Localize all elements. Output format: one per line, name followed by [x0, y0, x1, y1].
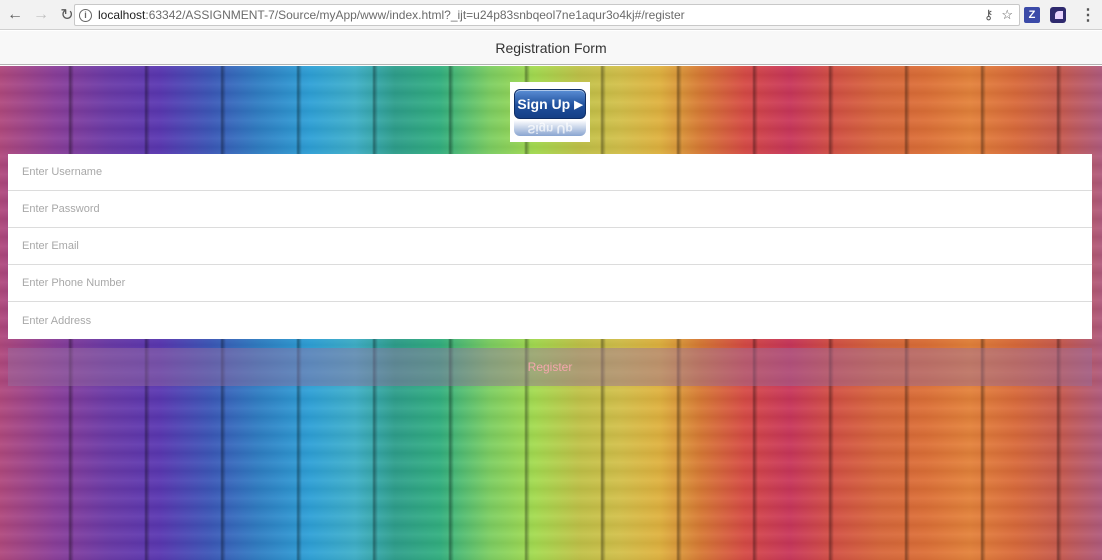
username-row: [8, 154, 1092, 191]
phone-row: [8, 265, 1092, 302]
signup-image: Sign Up ▶ Sign Up: [510, 82, 590, 142]
address-bar[interactable]: i localhost:63342/ASSIGNMENT-7/Source/my…: [74, 4, 1020, 26]
email-input[interactable]: [22, 228, 1092, 264]
register-button[interactable]: Register: [8, 348, 1092, 386]
zotero-extension-icon[interactable]: Z: [1024, 7, 1040, 23]
signup-button-graphic: Sign Up ▶: [514, 89, 586, 119]
email-row: [8, 228, 1092, 265]
page-title: Registration Form: [0, 31, 1102, 65]
play-arrow-icon: ▶: [574, 98, 583, 111]
browser-menu-icon[interactable]: ⋮: [1080, 5, 1096, 25]
phone-input[interactable]: [22, 265, 1092, 301]
key-icon[interactable]: ⚷: [984, 7, 994, 23]
browser-toolbar: ← → ↻ i localhost:63342/ASSIGNMENT-7/Sou…: [0, 0, 1102, 30]
bookmark-star-icon[interactable]: ☆: [1001, 7, 1013, 23]
password-row: [8, 191, 1092, 228]
extension-icon[interactable]: [1050, 7, 1066, 23]
back-button[interactable]: ←: [4, 4, 26, 26]
address-input[interactable]: [22, 302, 1092, 339]
address-row: [8, 302, 1092, 339]
url-path: :63342/ASSIGNMENT-7/Source/myApp/www/ind…: [145, 8, 685, 22]
password-input[interactable]: [22, 191, 1092, 227]
signup-reflection: Sign Up: [514, 120, 586, 136]
info-icon[interactable]: i: [79, 8, 92, 22]
registration-form: [8, 154, 1092, 339]
forward-button[interactable]: →: [30, 4, 52, 26]
username-input[interactable]: [22, 154, 1092, 190]
signup-label: Sign Up: [517, 96, 571, 112]
wood-background: Sign Up ▶ Sign Up Register: [0, 66, 1102, 560]
url-host: localhost: [98, 8, 146, 22]
